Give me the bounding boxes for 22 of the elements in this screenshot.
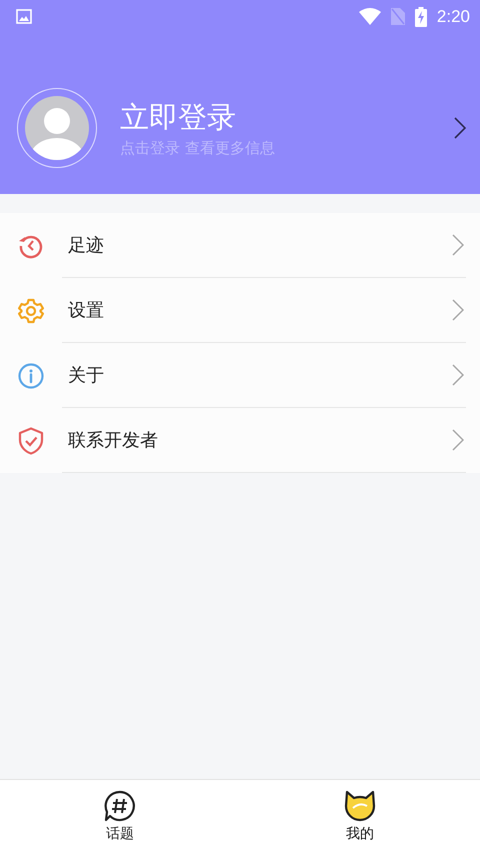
status-time: 2:20: [436, 6, 470, 26]
no-sim-icon: [390, 8, 405, 25]
hashtag-bubble-icon: [104, 790, 136, 822]
battery-charging-icon: [414, 6, 427, 26]
chevron-right-icon: [452, 299, 464, 321]
avatar-icon[interactable]: [17, 88, 97, 168]
gear-icon: [18, 298, 44, 324]
menu-label: 足迹: [68, 234, 104, 257]
shield-check-icon: [18, 426, 44, 454]
menu-label: 设置: [68, 299, 104, 322]
info-icon: [18, 362, 44, 388]
nav-tab[interactable]: 话题: [0, 780, 240, 853]
wifi-icon: [358, 8, 381, 25]
image-notification-icon: [16, 9, 32, 24]
chevron-right-icon: [452, 429, 464, 451]
chevron-right-icon: [452, 364, 464, 386]
chevron-right-icon: [452, 234, 464, 256]
menu-label: 联系开发者: [68, 429, 158, 452]
cat-face-icon: [343, 790, 377, 822]
menu-label: 关于: [68, 364, 104, 387]
chevron-right-icon[interactable]: [454, 117, 466, 139]
nav-tab[interactable]: 我的: [240, 780, 480, 853]
